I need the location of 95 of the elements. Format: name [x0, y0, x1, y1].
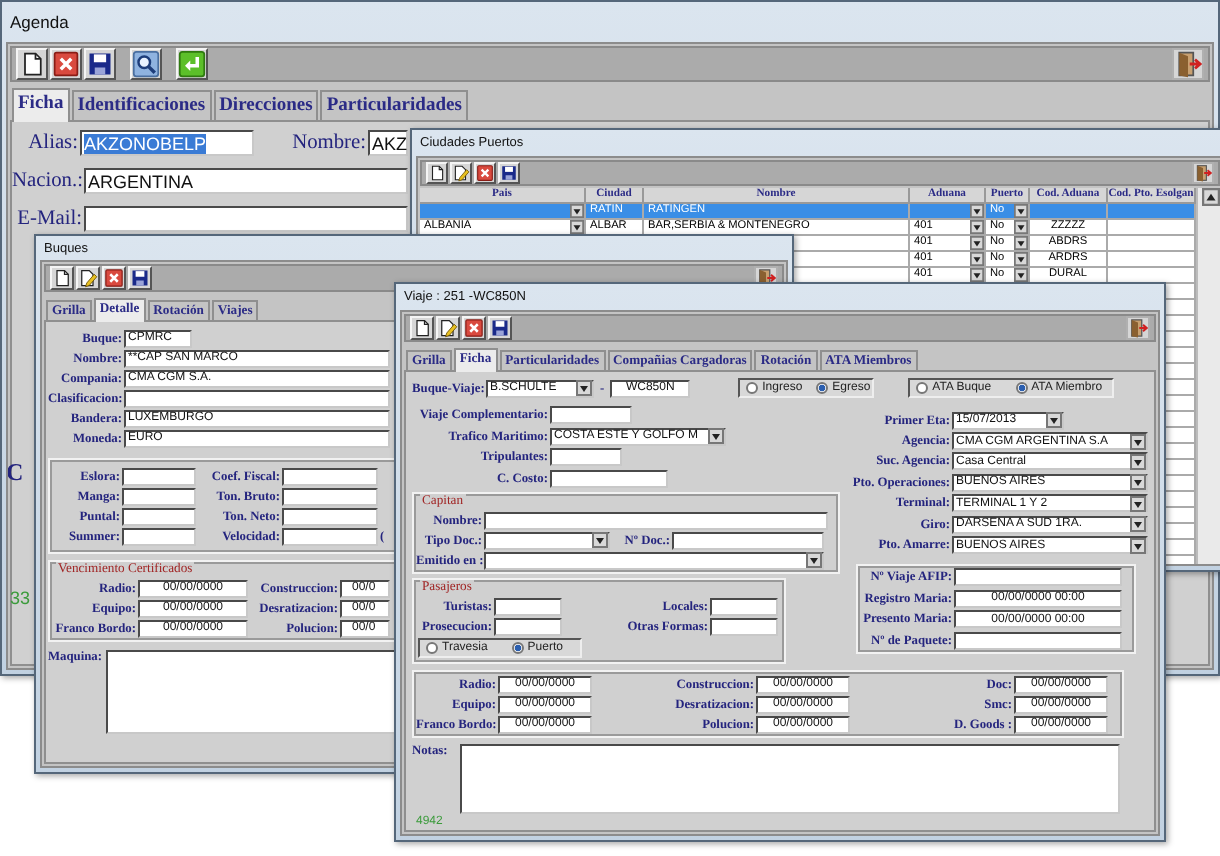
search-icon	[132, 50, 160, 78]
record-number: 33	[10, 588, 33, 608]
text-field[interactable]: AKZ	[368, 130, 408, 156]
dropdown-arrow-icon	[1130, 516, 1146, 533]
new-button[interactable]	[50, 266, 74, 290]
scroll-up-icon	[1201, 188, 1219, 206]
dropdown-field[interactable]	[484, 551, 824, 570]
radio-button[interactable]	[426, 642, 438, 655]
text-field[interactable]	[84, 206, 408, 232]
tab[interactable]: Ficha	[12, 88, 70, 122]
field-label: Nombre:	[290, 132, 368, 154]
text-field[interactable]	[122, 467, 196, 485]
save-icon	[500, 164, 518, 182]
new-button[interactable]	[410, 316, 434, 340]
document-icon	[52, 268, 72, 288]
text-field[interactable]: AKZONOBELP	[80, 130, 254, 156]
delete-button[interactable]	[102, 266, 126, 290]
edit-icon	[78, 268, 98, 288]
text-field[interactable]	[282, 487, 378, 505]
delete-icon	[464, 318, 484, 338]
edit-icon	[438, 318, 458, 338]
save-button[interactable]	[488, 316, 512, 340]
edit-button[interactable]	[76, 266, 100, 290]
radio-button[interactable]	[916, 382, 929, 394]
search-button[interactable]	[130, 48, 162, 80]
dropdown-arrow-icon	[1046, 412, 1062, 429]
dropdown-arrow-icon	[576, 380, 592, 396]
tab[interactable]: Direcciones	[213, 90, 319, 120]
edit-icon	[452, 164, 470, 182]
text-field[interactable]	[484, 511, 828, 530]
text-field[interactable]	[710, 597, 778, 616]
text-field[interactable]	[124, 389, 390, 407]
new-button[interactable]	[16, 48, 48, 80]
dropdown-arrow-icon	[1130, 474, 1146, 491]
text-field[interactable]	[710, 617, 778, 636]
dropdown-arrow-icon	[708, 428, 724, 445]
tab[interactable]: Identificaciones	[71, 90, 212, 120]
document-icon	[412, 318, 432, 338]
enter-button[interactable]	[176, 48, 208, 80]
delete-button[interactable]	[50, 48, 82, 80]
field-label: Alias:	[26, 132, 80, 154]
delete-button[interactable]	[462, 316, 486, 340]
dropdown-field[interactable]	[484, 531, 610, 550]
radio-button[interactable]	[1015, 382, 1028, 394]
text-field[interactable]	[550, 405, 632, 424]
edit-button[interactable]	[450, 162, 472, 184]
save-button[interactable]	[84, 48, 116, 80]
text-field[interactable]	[550, 448, 622, 467]
text-field[interactable]	[954, 631, 1122, 650]
document-icon	[18, 50, 46, 78]
new-button[interactable]	[426, 162, 448, 184]
text-area[interactable]	[106, 650, 396, 734]
text-field[interactable]	[494, 617, 562, 636]
save-button[interactable]	[128, 266, 152, 290]
delete-icon	[104, 268, 124, 288]
exit-button[interactable]	[1192, 162, 1214, 184]
text-field[interactable]	[494, 597, 562, 616]
window-title: Agenda	[10, 12, 69, 32]
dropdown-arrow-icon	[1130, 537, 1146, 554]
delete-icon	[476, 164, 494, 182]
text-field[interactable]	[122, 487, 196, 505]
dropdown-arrow-icon	[1130, 453, 1146, 470]
save-icon	[86, 50, 114, 78]
save-icon	[130, 268, 150, 288]
text-field[interactable]	[282, 527, 378, 545]
text-field[interactable]	[282, 507, 378, 525]
dropdown-arrow-icon	[1130, 495, 1146, 512]
dropdown-arrow-icon	[592, 532, 608, 549]
radio-button[interactable]	[816, 382, 829, 394]
field-label: E-Mail:	[15, 208, 84, 230]
dropdown-arrow-icon	[1130, 433, 1146, 450]
dropdown-arrow-icon	[806, 552, 822, 569]
exit-door-icon	[1174, 50, 1202, 78]
edit-button[interactable]	[436, 316, 460, 340]
radio-button[interactable]	[511, 642, 524, 655]
field-label: Nacion.:	[12, 170, 84, 192]
save-button[interactable]	[498, 162, 520, 184]
text-field[interactable]	[672, 531, 824, 550]
text-area[interactable]	[460, 744, 1120, 815]
text-field[interactable]	[282, 467, 378, 485]
exit-button[interactable]	[1126, 316, 1150, 340]
document-icon	[428, 164, 446, 182]
tab[interactable]: Particularidades	[320, 90, 468, 120]
text-field[interactable]	[122, 527, 196, 545]
save-icon	[490, 318, 510, 338]
delete-icon	[52, 50, 80, 78]
delete-button[interactable]	[474, 162, 496, 184]
exit-button[interactable]	[1172, 48, 1204, 80]
exit-door-icon	[1194, 164, 1212, 182]
text-field[interactable]	[122, 507, 196, 525]
text-field[interactable]	[550, 470, 668, 489]
text-field[interactable]	[954, 568, 1122, 587]
text-field[interactable]: ARGENTINA	[84, 168, 408, 194]
exit-door-icon	[1128, 318, 1148, 338]
radio-button[interactable]	[746, 382, 759, 394]
